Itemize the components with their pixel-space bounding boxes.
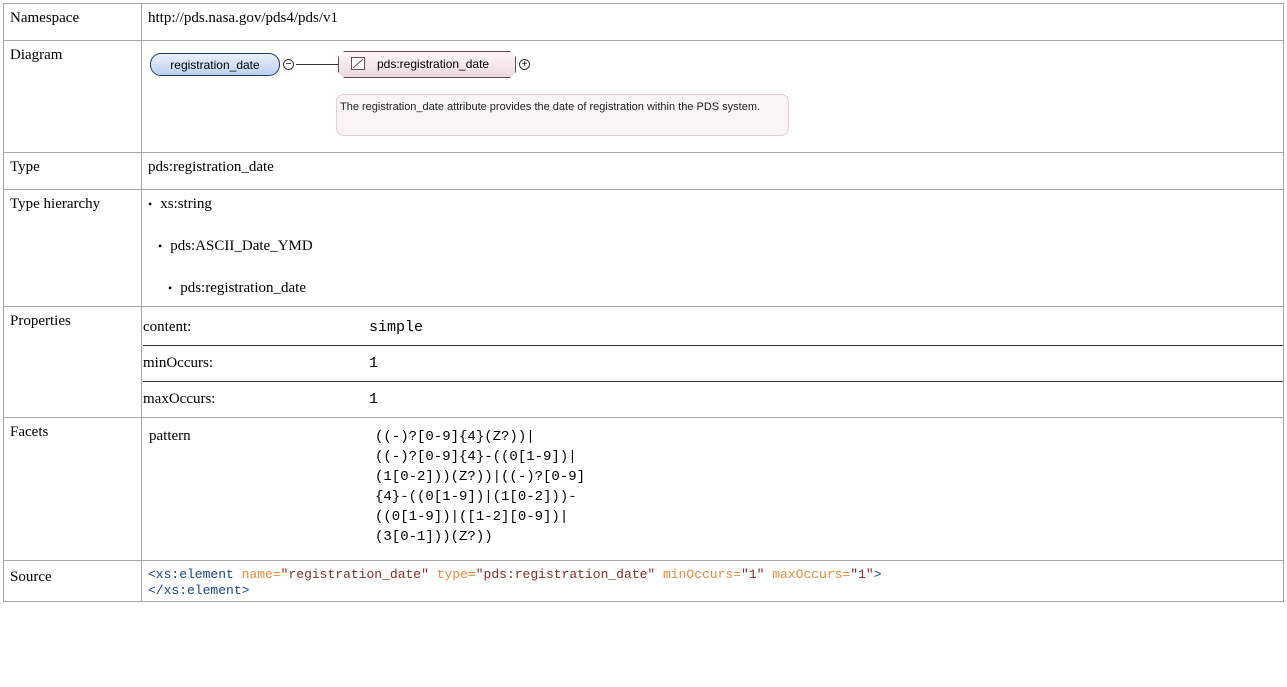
namespace-label: Namespace	[3, 3, 142, 41]
source-attr-name: maxOccurs	[772, 567, 843, 582]
plus-circle-icon[interactable]: +	[519, 59, 530, 70]
hierarchy-item-label: pds:registration_date	[180, 279, 307, 296]
source-attr-value: "1"	[850, 567, 874, 582]
facet-key: pattern	[149, 428, 191, 444]
bullet-icon: •	[168, 280, 173, 295]
source-attr-value: "registration_date"	[280, 567, 429, 582]
diagram-row: Diagram registration_date − pds:registra…	[3, 40, 1284, 153]
source-label: Source	[3, 560, 142, 602]
source-attr-value: "1"	[741, 567, 765, 582]
minus-circle-icon[interactable]: −	[283, 59, 294, 70]
source-cell: <xs:element name="registration_date" typ…	[141, 560, 1284, 602]
diagram-type-node[interactable]: pds:registration_date	[338, 51, 516, 78]
simple-type-icon	[351, 57, 365, 70]
source-open-end: >	[873, 567, 882, 582]
property-value: 1	[369, 381, 1284, 417]
source-code: <xs:element name="registration_date" typ…	[148, 561, 1283, 601]
facets-row: Facets pattern ((-)?[0-9]{4}(Z?))| ((-)?…	[3, 417, 1284, 561]
properties-row: Properties content: simple minOccurs: 1 …	[3, 306, 1284, 418]
type-hierarchy-list: • xs:string • pds:ASCII_Date_YMD • pds:r…	[148, 190, 1283, 306]
property-value: simple	[369, 319, 424, 336]
bullet-icon: •	[158, 238, 163, 253]
source-line-1: <xs:element name="registration_date" typ…	[148, 567, 882, 582]
source-attr-value: "pds:registration_date"	[475, 567, 656, 582]
diagram-annotation: The registration_date attribute provides…	[336, 94, 789, 136]
facet-pattern-value: ((-)?[0-9]{4}(Z?))| ((-)?[0-9]{4}-((0[1-…	[375, 429, 586, 545]
properties-table: content: simple minOccurs: 1 maxOccurs: …	[143, 310, 1284, 417]
schema-diagram: registration_date − pds:registration_dat…	[148, 41, 1283, 152]
diagram-connector	[296, 64, 338, 65]
property-key: minOccurs:	[143, 345, 369, 382]
source-open-tag: <xs:element	[148, 567, 234, 582]
namespace-row: Namespace http://pds.nasa.gov/pds4/pds/v…	[3, 3, 1284, 41]
property-row: minOccurs: 1	[143, 345, 1284, 382]
property-key: content:	[143, 319, 192, 335]
properties-cell: content: simple minOccurs: 1 maxOccurs: …	[141, 306, 1284, 418]
facets-cell: pattern ((-)?[0-9]{4}(Z?))| ((-)?[0-9]{4…	[141, 417, 1284, 561]
property-value: 1	[369, 345, 1284, 382]
hierarchy-item: • xs:string	[148, 196, 1283, 212]
properties-label: Properties	[3, 306, 142, 418]
type-hierarchy-cell: • xs:string • pds:ASCII_Date_YMD • pds:r…	[141, 189, 1284, 307]
diagram-element-node[interactable]: registration_date	[150, 53, 280, 76]
source-close-tag: </xs:element>	[148, 583, 250, 598]
diagram-type-label: pds:registration_date	[377, 57, 490, 71]
type-label: Type	[3, 152, 142, 190]
namespace-value: http://pds.nasa.gov/pds4/pds/v1	[141, 3, 1284, 41]
type-value: pds:registration_date	[141, 152, 1284, 190]
hierarchy-item: • pds:registration_date	[148, 280, 1283, 296]
schema-doc-table: Namespace http://pds.nasa.gov/pds4/pds/v…	[3, 3, 1284, 602]
bullet-icon: •	[148, 196, 153, 211]
type-hierarchy-row: Type hierarchy • xs:string • pds:ASCII_D…	[3, 189, 1284, 307]
type-hierarchy-label: Type hierarchy	[3, 189, 142, 307]
source-row: Source <xs:element name="registration_da…	[3, 560, 1284, 602]
type-row: Type pds:registration_date	[3, 152, 1284, 190]
facets-label: Facets	[3, 417, 142, 561]
hierarchy-item-label: xs:string	[160, 195, 212, 212]
property-row: content: simple	[143, 310, 1284, 346]
hierarchy-item-label: pds:ASCII_Date_YMD	[170, 237, 313, 254]
source-attr-name: name	[241, 567, 273, 582]
facet-entry: pattern ((-)?[0-9]{4}(Z?))| ((-)?[0-9]{4…	[142, 418, 1283, 560]
source-attr-name: minOccurs	[663, 567, 734, 582]
property-key: maxOccurs:	[143, 381, 369, 417]
property-row: maxOccurs: 1	[143, 381, 1284, 417]
source-attr-name: type	[436, 567, 468, 582]
diagram-cell: registration_date − pds:registration_dat…	[141, 40, 1284, 153]
hierarchy-item: • pds:ASCII_Date_YMD	[148, 238, 1283, 254]
diagram-label: Diagram	[3, 40, 142, 153]
